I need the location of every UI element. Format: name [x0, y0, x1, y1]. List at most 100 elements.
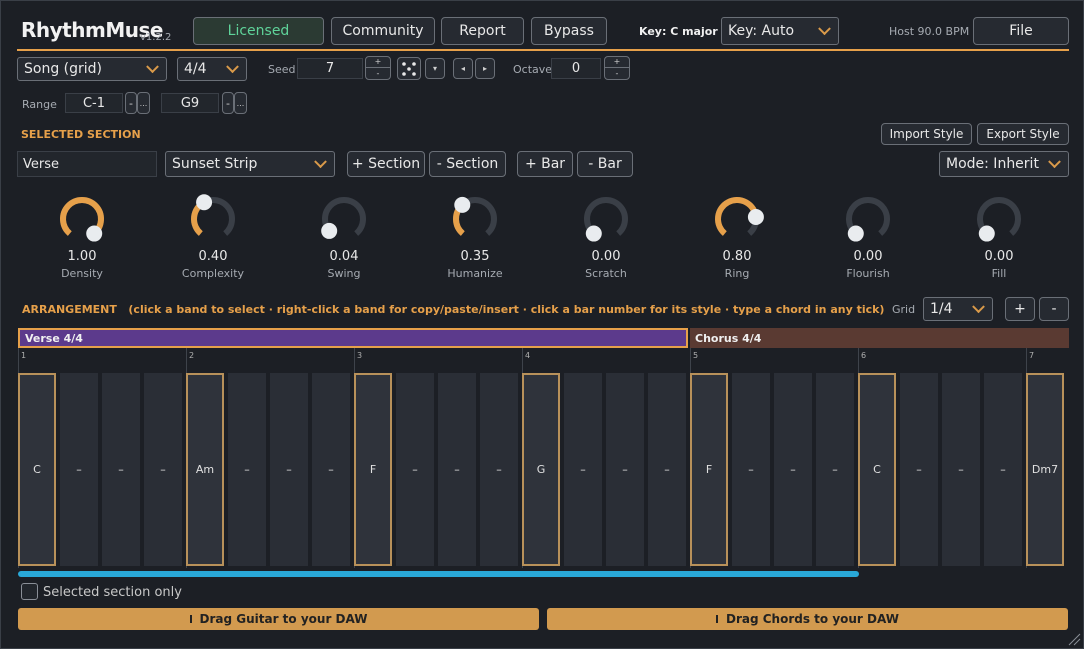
meter-select[interactable]: 4/4: [177, 57, 247, 81]
key-select[interactable]: Key: Auto: [721, 17, 839, 45]
increment-icon[interactable]: +: [366, 57, 390, 68]
section-mode-select[interactable]: Mode: Inherit: [939, 151, 1069, 177]
knob-swing[interactable]: 0.04 Swing: [299, 191, 389, 291]
knob-label: Fill: [991, 267, 1007, 280]
seed-next-button[interactable]: ▸: [475, 58, 495, 79]
chord-tick[interactable]: –: [774, 373, 812, 566]
knob-dial-icon[interactable]: [823, 191, 913, 247]
band-chorus[interactable]: Chorus 4/4: [690, 328, 1069, 348]
knob-ring[interactable]: 0.80 Ring: [692, 191, 782, 291]
chord-tick[interactable]: F: [690, 373, 728, 566]
zoom-in-button[interactable]: +: [1005, 297, 1035, 321]
horizontal-scrollbar-thumb[interactable]: [18, 571, 859, 577]
knob-dial-icon[interactable]: [692, 191, 782, 247]
mode-select[interactable]: Song (grid): [17, 57, 167, 81]
selected-section-only-checkbox[interactable]: [21, 583, 38, 600]
remove-section-button[interactable]: - Section: [429, 151, 506, 177]
header-divider: [17, 49, 1069, 51]
knob-scratch[interactable]: 0.00 Scratch: [561, 191, 651, 291]
range-low-more-button[interactable]: ...: [137, 92, 150, 114]
seed-stepper[interactable]: + -: [365, 56, 391, 80]
chord-tick[interactable]: –: [438, 373, 476, 566]
drag-chords-button[interactable]: Drag Chords to your DAW: [547, 608, 1068, 630]
knob-density[interactable]: 1.00 Density: [37, 191, 127, 291]
bar-number[interactable]: 1: [21, 351, 26, 360]
chord-tick[interactable]: –: [732, 373, 770, 566]
chord-tick[interactable]: C: [18, 373, 56, 566]
range-high-more-button[interactable]: ...: [234, 92, 247, 114]
chord-tick[interactable]: –: [606, 373, 644, 566]
range-high-input[interactable]: G9: [161, 93, 219, 113]
knob-dial-icon[interactable]: [37, 191, 127, 247]
chord-tick[interactable]: –: [900, 373, 938, 566]
bar-number[interactable]: 5: [693, 351, 698, 360]
licensed-button[interactable]: Licensed: [193, 17, 324, 45]
report-button[interactable]: Report: [441, 17, 524, 45]
horizontal-scrollbar-track[interactable]: [18, 571, 1069, 577]
chord-tick[interactable]: –: [312, 373, 350, 566]
resize-grip-icon[interactable]: [1067, 632, 1081, 646]
chord-tick[interactable]: –: [564, 373, 602, 566]
chord-tick[interactable]: –: [648, 373, 686, 566]
chord-tick[interactable]: C: [858, 373, 896, 566]
chord-tick[interactable]: –: [102, 373, 140, 566]
bar-number[interactable]: 4: [525, 351, 530, 360]
band-verse[interactable]: Verse 4/4: [18, 328, 688, 348]
range-high-minus-button[interactable]: -: [222, 92, 234, 114]
knob-dial-icon[interactable]: [430, 191, 520, 247]
section-style-select[interactable]: Sunset Strip: [165, 151, 335, 177]
chord-tick[interactable]: –: [144, 373, 182, 566]
knob-dial-icon[interactable]: [168, 191, 258, 247]
bar-number[interactable]: 3: [357, 351, 362, 360]
knob-flourish[interactable]: 0.00 Flourish: [823, 191, 913, 291]
community-button[interactable]: Community: [331, 17, 435, 45]
octave-stepper[interactable]: + -: [604, 56, 630, 80]
knob-dial-icon[interactable]: [561, 191, 651, 247]
drag-guitar-button[interactable]: Drag Guitar to your DAW: [18, 608, 539, 630]
chord-tick[interactable]: –: [60, 373, 98, 566]
chord-tick[interactable]: –: [270, 373, 308, 566]
chord-tick[interactable]: Am: [186, 373, 224, 566]
remove-bar-button[interactable]: - Bar: [577, 151, 633, 177]
bar-number[interactable]: 7: [1029, 351, 1034, 360]
seed-input[interactable]: 7: [297, 58, 363, 79]
grid-select[interactable]: 1/4: [923, 297, 993, 321]
minus-label: -: [226, 96, 230, 110]
chord-tick[interactable]: –: [480, 373, 518, 566]
chord-tick[interactable]: –: [942, 373, 980, 566]
bypass-button[interactable]: Bypass: [531, 17, 607, 45]
knob-dial-icon[interactable]: [954, 191, 1044, 247]
zoom-out-button[interactable]: -: [1039, 297, 1069, 321]
drag-handle-icon: [189, 615, 192, 623]
seed-prev-button[interactable]: ◂: [453, 58, 473, 79]
knob-humanize[interactable]: 0.35 Humanize: [430, 191, 520, 291]
chord-tick[interactable]: Dm7: [1026, 373, 1064, 566]
knob-label: Complexity: [181, 267, 245, 280]
knob-dial-icon[interactable]: [299, 191, 389, 247]
bar-number[interactable]: 2: [189, 351, 194, 360]
octave-input[interactable]: 0: [551, 58, 601, 79]
bar-number[interactable]: 6: [861, 351, 866, 360]
add-bar-button[interactable]: + Bar: [517, 151, 573, 177]
range-low-minus-button[interactable]: -: [125, 92, 137, 114]
decrement-icon[interactable]: -: [605, 68, 629, 79]
seed-menu-button[interactable]: ▾: [425, 58, 445, 79]
add-section-button[interactable]: + Section: [347, 151, 425, 177]
chord-tick[interactable]: –: [396, 373, 434, 566]
range-low-input[interactable]: C-1: [65, 93, 123, 113]
import-style-button[interactable]: Import Style: [881, 123, 972, 145]
random-dice-button[interactable]: [397, 57, 421, 80]
section-name-input[interactable]: Verse: [17, 151, 157, 177]
knob-fill[interactable]: 0.00 Fill: [954, 191, 1044, 291]
chord-tick[interactable]: –: [816, 373, 854, 566]
knob-complexity[interactable]: 0.40 Complexity: [168, 191, 258, 291]
chord-tick[interactable]: F: [354, 373, 392, 566]
chord-tick[interactable]: G: [522, 373, 560, 566]
increment-icon[interactable]: +: [605, 57, 629, 68]
file-button[interactable]: File: [973, 17, 1069, 45]
export-style-button[interactable]: Export Style: [977, 123, 1069, 145]
chord-tick[interactable]: –: [984, 373, 1022, 566]
decrement-icon[interactable]: -: [366, 68, 390, 79]
chord-tick[interactable]: –: [228, 373, 266, 566]
range-label: Range: [22, 98, 57, 111]
